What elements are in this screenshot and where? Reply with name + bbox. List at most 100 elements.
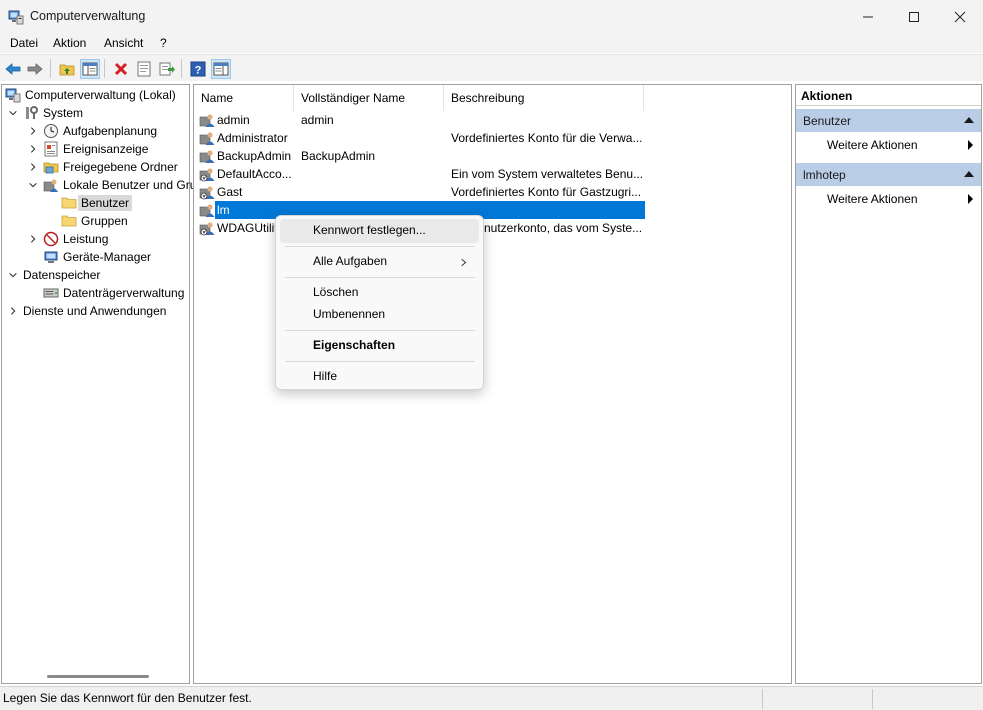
status-message: Legen Sie das Kennwort für den Benutzer … <box>3 691 252 705</box>
title-bar: Computerverwaltung <box>0 0 983 33</box>
disk-management-icon <box>43 285 59 301</box>
status-bar: Legen Sie das Kennwort für den Benutzer … <box>0 686 983 710</box>
chevron-right-icon[interactable] <box>7 305 19 317</box>
table-row[interactable]: DefaultAcco... Ein vom System verwaltete… <box>194 165 646 183</box>
chevron-down-icon[interactable] <box>7 107 19 119</box>
column-header-description[interactable]: Beschreibung <box>444 85 644 111</box>
toolbar: ? <box>0 54 983 81</box>
menu-bar: Datei Aktion Ansicht ? <box>0 33 983 53</box>
tree-item-freigegebene-ordner[interactable]: Freigegebene Ordner <box>27 158 178 176</box>
menu-datei[interactable]: Datei <box>10 36 38 50</box>
shared-folder-icon <box>43 159 59 175</box>
export-list-icon <box>159 62 175 76</box>
menu-item-delete[interactable]: Löschen <box>280 281 479 305</box>
folder-icon <box>61 213 77 229</box>
users-group-icon <box>43 177 59 193</box>
actions-section-benutzer[interactable]: Benutzer <box>796 109 981 132</box>
chevron-right-icon[interactable] <box>27 125 39 137</box>
collapse-up-icon[interactable] <box>964 117 974 123</box>
menu-item-help[interactable]: Hilfe <box>280 365 479 389</box>
properties-icon <box>137 61 151 77</box>
menu-ansicht[interactable]: Ansicht <box>104 36 143 50</box>
collapse-up-icon[interactable] <box>964 171 974 177</box>
column-header-name[interactable]: Name <box>194 85 294 111</box>
up-folder-icon <box>59 64 75 76</box>
menu-item-properties[interactable]: Eigenschaften <box>280 334 479 358</box>
disabled-user-icon <box>199 166 215 182</box>
table-row[interactable]: BackupAdmin BackupAdmin <box>194 147 646 165</box>
show-hide-action-pane-icon <box>213 62 229 76</box>
user-icon <box>199 112 215 128</box>
tree-item-geraete-manager[interactable]: Geräte-Manager <box>43 248 151 266</box>
column-header-fullname[interactable]: Vollständiger Name <box>294 85 444 111</box>
tree-item-datentraegerverwaltung[interactable]: Datenträgerverwaltung <box>43 284 184 302</box>
menu-aktion[interactable]: Aktion <box>53 36 86 50</box>
show-hide-action-pane-button[interactable] <box>211 59 231 79</box>
chevron-right-icon[interactable] <box>27 233 39 245</box>
disabled-user-icon <box>199 184 215 200</box>
computer-management-icon <box>5 87 21 103</box>
back-button[interactable] <box>3 59 23 79</box>
tree-item-lokale-benutzer[interactable]: Lokale Benutzer und Gru <box>27 176 196 194</box>
menu-item-set-password[interactable]: Kennwort festlegen... <box>280 219 479 243</box>
actions-title: Aktionen <box>796 85 981 106</box>
tree-item-dienste[interactable]: Dienste und Anwendungen <box>7 302 166 320</box>
tree-horizontal-scrollbar[interactable] <box>47 675 149 678</box>
user-icon <box>199 148 215 164</box>
actions-section-lmhotep[interactable]: lmhotep <box>796 163 981 186</box>
actions-more-lmhotep[interactable]: Weitere Aktionen <box>796 187 981 209</box>
console-tree: Computerverwaltung (Lokal) System Aufgab… <box>1 84 196 684</box>
table-row[interactable]: admin admin <box>194 111 646 129</box>
show-hide-tree-button[interactable] <box>80 59 100 79</box>
menu-help[interactable]: ? <box>160 36 167 50</box>
export-list-button[interactable] <box>157 59 177 79</box>
folder-icon <box>61 195 77 211</box>
computer-management-icon <box>8 9 24 25</box>
svg-text:?: ? <box>195 65 202 77</box>
actions-more-benutzer[interactable]: Weitere Aktionen <box>796 133 981 155</box>
submenu-arrow-icon <box>968 140 973 150</box>
tree-item-benutzer[interactable]: Benutzer <box>61 194 133 212</box>
chevron-down-icon[interactable] <box>7 269 19 281</box>
event-viewer-icon <box>43 141 59 157</box>
show-hide-tree-icon <box>82 62 98 76</box>
device-manager-icon <box>43 249 59 265</box>
submenu-arrow-icon <box>968 194 973 204</box>
help-button[interactable]: ? <box>188 59 208 79</box>
chevron-right-icon <box>460 256 468 270</box>
tree-item-ereignisanzeige[interactable]: Ereignisanzeige <box>27 140 148 158</box>
chevron-down-icon[interactable] <box>27 179 39 191</box>
table-row[interactable]: Administrator Vordefiniertes Konto für d… <box>194 129 646 147</box>
window-title: Computerverwaltung <box>30 9 146 23</box>
disabled-user-icon <box>199 220 215 236</box>
minimize-icon <box>863 16 873 17</box>
menu-item-all-tasks[interactable]: Alle Aufgaben <box>280 250 479 274</box>
tree-item-system[interactable]: System <box>7 104 83 122</box>
user-icon <box>199 202 215 218</box>
close-icon <box>954 11 966 22</box>
help-icon: ? <box>190 61 206 77</box>
tree-item-aufgabenplanung[interactable]: Aufgabenplanung <box>27 122 157 140</box>
delete-icon <box>114 62 128 76</box>
up-one-level-button[interactable] <box>57 59 77 79</box>
menu-item-rename[interactable]: Umbenennen <box>280 303 479 327</box>
tree-item-datenspeicher[interactable]: Datenspeicher <box>7 266 100 284</box>
tree-item-computerverwaltung[interactable]: Computerverwaltung (Lokal) <box>5 86 176 104</box>
close-button[interactable] <box>937 0 983 33</box>
back-arrow-icon <box>5 63 21 75</box>
system-tools-icon <box>23 105 39 121</box>
clock-icon <box>43 123 59 139</box>
tree-item-gruppen[interactable]: Gruppen <box>61 212 128 230</box>
properties-button[interactable] <box>134 59 154 79</box>
minimize-button[interactable] <box>845 0 891 33</box>
tree-item-leistung[interactable]: Leistung <box>27 230 108 248</box>
delete-button[interactable] <box>111 59 131 79</box>
user-icon <box>199 130 215 146</box>
actions-pane: Aktionen Benutzer Weitere Aktionen lmhot… <box>795 84 982 684</box>
maximize-button[interactable] <box>891 0 937 33</box>
table-row[interactable]: Gast Vordefiniertes Konto für Gastzugri.… <box>194 183 646 201</box>
chevron-right-icon[interactable] <box>27 143 39 155</box>
context-menu: Kennwort festlegen... Alle Aufgaben Lösc… <box>275 215 484 390</box>
chevron-right-icon[interactable] <box>27 161 39 173</box>
forward-button[interactable] <box>25 59 45 79</box>
